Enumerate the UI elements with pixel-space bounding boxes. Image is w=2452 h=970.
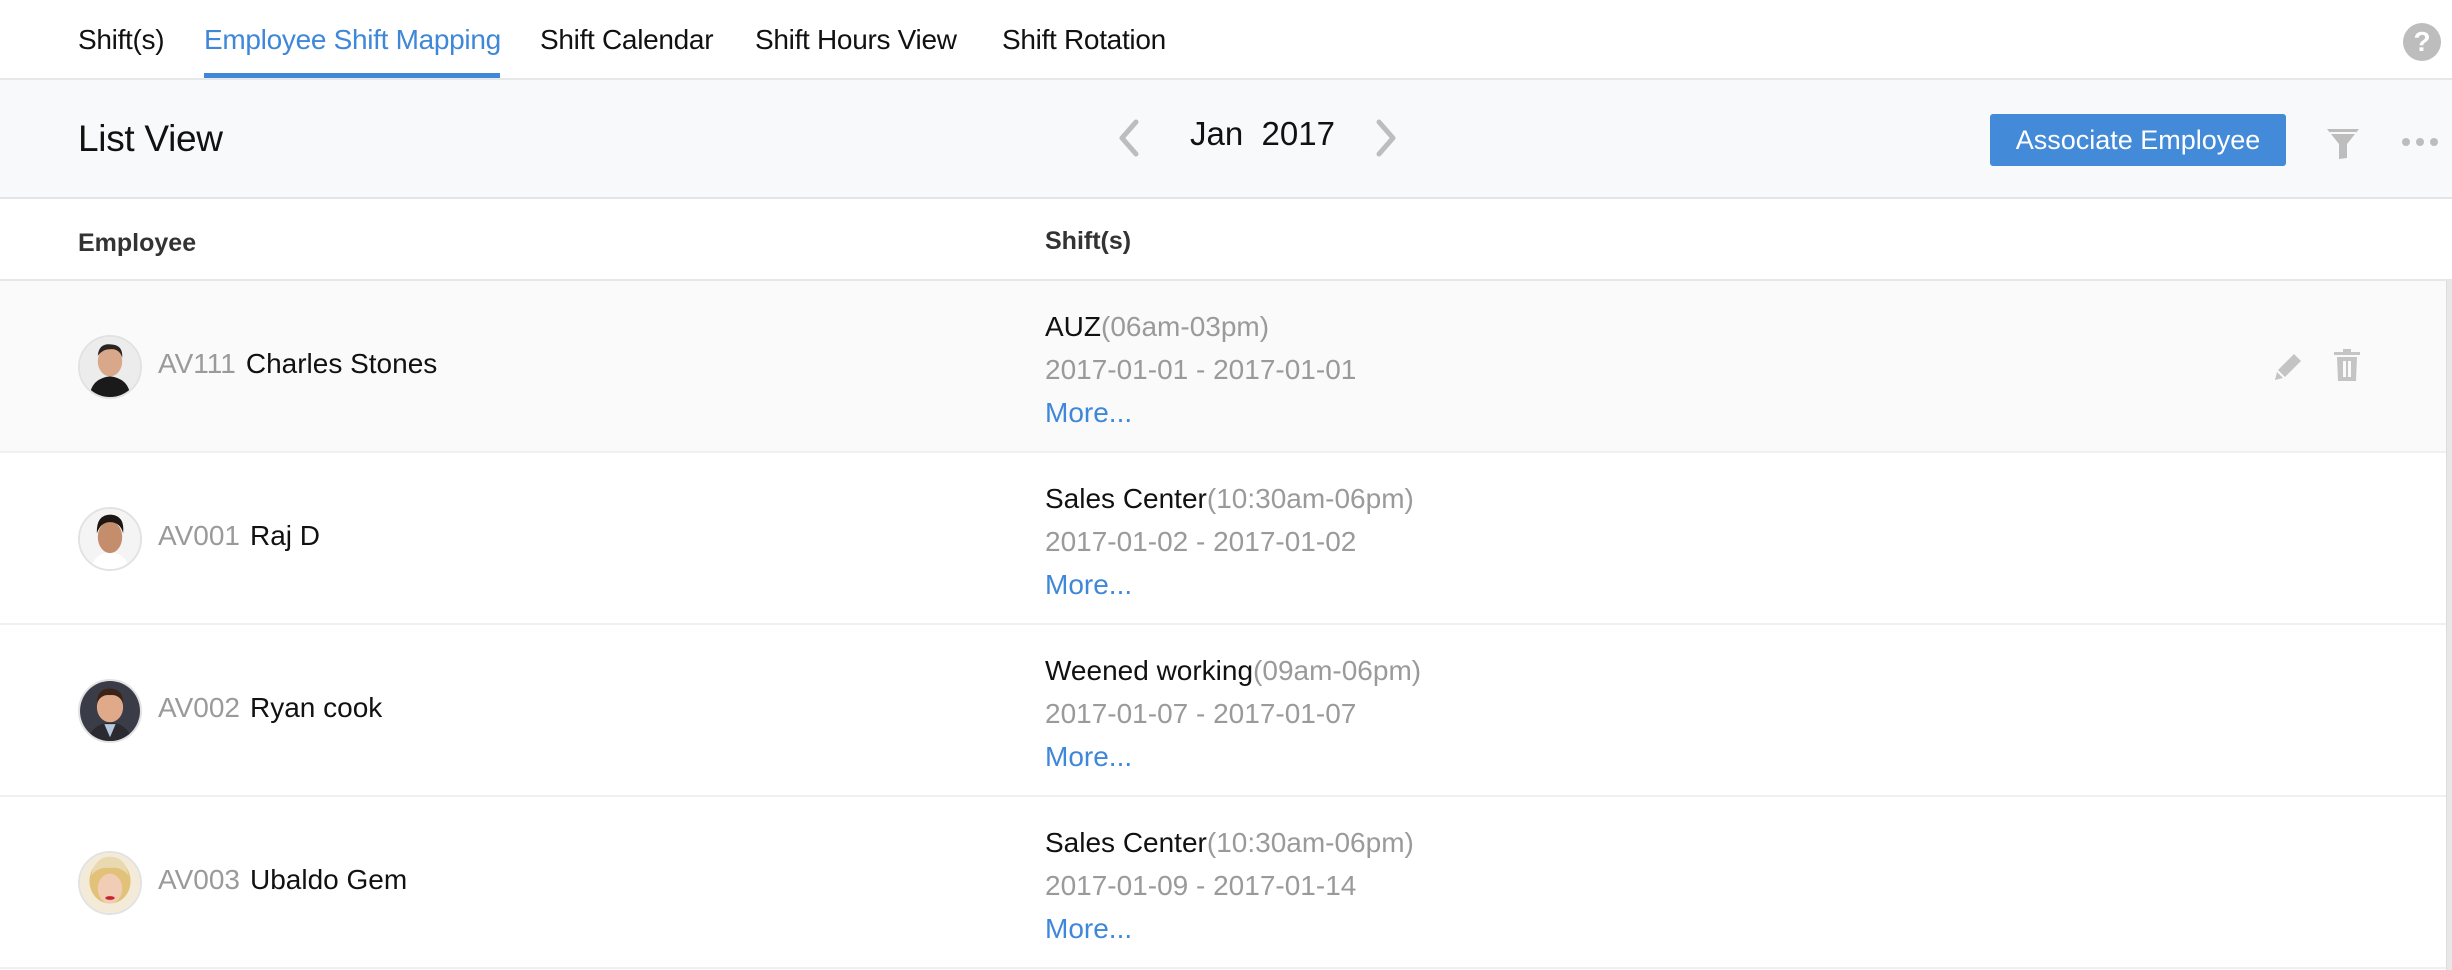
shift-time: (06am-03pm) (1101, 311, 1270, 342)
more-link[interactable]: More... (1045, 735, 1421, 778)
shift-dates: 2017-01-02 - 2017-01-02 (1045, 526, 1357, 557)
employee-photo (80, 337, 140, 397)
trash-icon[interactable] (2334, 349, 2360, 381)
vertical-scrollbar[interactable] (2446, 281, 2452, 970)
table-row[interactable]: AV001 Raj D Sales Center(10:30am-06pm) 20… (0, 453, 2446, 625)
shift-time: (09am-06pm) (1253, 655, 1422, 686)
employee-cell: AV003 Ubaldo Gem (158, 864, 407, 896)
employee-id: AV111 (158, 348, 236, 379)
shift-dates: 2017-01-09 - 2017-01-14 (1045, 870, 1357, 901)
more-link[interactable]: More... (1045, 391, 1356, 434)
shift-name: Sales Center (1045, 483, 1207, 514)
help-icon[interactable]: ? (2403, 23, 2441, 61)
employee-name[interactable]: Ubaldo Gem (250, 864, 407, 895)
shift-name: Sales Center (1045, 827, 1207, 858)
chevron-right-icon (1376, 119, 1396, 157)
toolbar: List View Jan 2017 Associate Employee (0, 80, 2452, 199)
table-header: Employee Shift(s) (0, 199, 2452, 281)
edit-icon[interactable] (2274, 351, 2304, 381)
employee-photo (80, 681, 140, 741)
avatar (78, 679, 142, 743)
shift-cell: Sales Center(10:30am-06pm) 2017-01-09 - … (1045, 821, 1414, 950)
tab-shift-rotation[interactable]: Shift Rotation (1002, 24, 1166, 56)
shift-name: AUZ (1045, 311, 1101, 342)
employee-id: AV001 (158, 520, 240, 551)
tab-employee-shift-mapping[interactable]: Employee Shift Mapping (204, 24, 501, 56)
more-link[interactable]: More... (1045, 563, 1414, 606)
tab-shift-calendar[interactable]: Shift Calendar (540, 24, 714, 56)
active-tab-indicator (204, 73, 500, 78)
shift-cell: Weened working(09am-06pm) 2017-01-07 - 2… (1045, 649, 1421, 778)
shift-dates: 2017-01-07 - 2017-01-07 (1045, 698, 1357, 729)
more-link[interactable]: More... (1045, 907, 1414, 950)
employee-photo (80, 853, 140, 913)
employee-name[interactable]: Ryan cook (250, 692, 382, 723)
shift-name: Weened working (1045, 655, 1254, 686)
avatar (78, 507, 142, 571)
employee-cell: AV001 Raj D (158, 520, 320, 552)
shift-time: (10:30am-06pm) (1206, 483, 1414, 514)
avatar (78, 335, 142, 399)
shift-cell: Sales Center(10:30am-06pm) 2017-01-02 - … (1045, 477, 1414, 606)
table-row[interactable]: AV003 Ubaldo Gem Sales Center(10:30am-06p… (0, 797, 2446, 969)
shift-cell: AUZ(06am-03pm) 2017-01-01 - 2017-01-01 M… (1045, 305, 1356, 434)
column-header-shifts: Shift(s) (1045, 227, 1132, 255)
column-header-employee: Employee (78, 229, 197, 257)
employee-name[interactable]: Charles Stones (246, 348, 437, 379)
shift-time: (10:30am-06pm) (1206, 827, 1414, 858)
associate-employee-button[interactable]: Associate Employee (1990, 114, 2286, 166)
employee-cell: AV111 Charles Stones (158, 348, 437, 380)
tab-bar: Shift(s) Employee Shift Mapping Shift Ca… (0, 0, 2452, 80)
next-month-button[interactable] (1365, 116, 1405, 160)
filter-icon[interactable] (2325, 126, 2361, 162)
employee-cell: AV002 Ryan cook (158, 692, 382, 724)
table-row[interactable]: AV002 Ryan cook Weened working(09am-06pm)… (0, 625, 2446, 797)
previous-month-button[interactable] (1110, 116, 1150, 160)
more-horizontal-icon[interactable] (2400, 135, 2440, 149)
table-row[interactable]: AV111 Charles Stones AUZ(06am-03pm) 2017-… (0, 281, 2446, 453)
month-year-label: Jan 2017 (1190, 115, 1335, 152)
employee-photo (80, 509, 140, 569)
employee-id: AV002 (158, 692, 240, 723)
tab-shifts[interactable]: Shift(s) (78, 24, 165, 56)
shift-dates: 2017-01-01 - 2017-01-01 (1045, 354, 1357, 385)
avatar (78, 851, 142, 915)
chevron-left-icon (1119, 119, 1139, 157)
employee-id: AV003 (158, 864, 240, 895)
page-title: List View (78, 118, 223, 159)
tab-shift-hours-view[interactable]: Shift Hours View (755, 24, 957, 56)
row-actions (2274, 349, 2374, 383)
employee-name[interactable]: Raj D (250, 520, 320, 551)
